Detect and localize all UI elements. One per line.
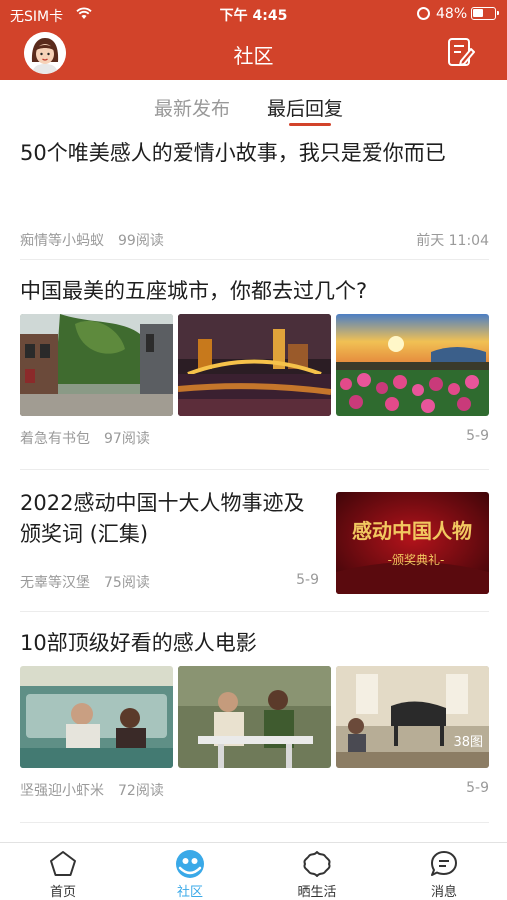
- thumbnail-headline: 感动中国人物: [352, 519, 472, 543]
- thumbnail-image[interactable]: 38图: [336, 666, 489, 768]
- article-author: 痴情等小蚂蚁: [20, 233, 104, 249]
- article-title[interactable]: 中国最美的五座城市，你都去过几个?: [20, 276, 489, 307]
- article-card[interactable]: 50个唯美感人的爱情小故事，我只是爱你而已 痴情等小蚂蚁 99阅读 前天 11:0…: [20, 138, 489, 256]
- bottom-tab-bar: 首页 社区 晒生活 消息: [0, 842, 507, 900]
- tab-messages[interactable]: 消息: [404, 843, 484, 900]
- article-read-count: 75阅读: [104, 575, 150, 591]
- article-card[interactable]: 10部顶级好看的感人电影 38图 坚强迎小虾米 72阅读 5-9: [20, 628, 489, 803]
- chat-bubble-icon: [431, 851, 457, 876]
- tab-label: 首页: [49, 885, 76, 900]
- article-date: 5-9: [466, 780, 489, 796]
- tab-latest-posts[interactable]: 最新发布: [154, 94, 230, 121]
- article-author: 坚强迎小虾米: [20, 783, 104, 799]
- feed-tabs: 最新发布 最后回复: [0, 92, 507, 128]
- community-icon: [176, 850, 204, 878]
- tab-latest-replies[interactable]: 最后回复: [267, 94, 343, 121]
- thumbnail-image[interactable]: [178, 314, 331, 416]
- thumbnail-image[interactable]: [178, 666, 331, 768]
- article-author: 无辜等汉堡: [20, 575, 90, 591]
- tab-home[interactable]: 首页: [23, 843, 103, 900]
- article-meta: 无辜等汉堡 75阅读: [20, 572, 150, 592]
- article-read-count: 97阅读: [104, 431, 150, 447]
- thumbnail-image[interactable]: [336, 314, 489, 416]
- tab-community[interactable]: 社区: [150, 843, 230, 900]
- divider: [20, 822, 489, 823]
- tab-share-life[interactable]: 晒生活: [277, 843, 357, 900]
- article-read-count: 99阅读: [118, 233, 164, 249]
- rotation-lock-icon: [417, 7, 430, 20]
- article-date: 5-9: [466, 428, 489, 444]
- article-date: 前天 11:04: [416, 233, 489, 249]
- battery-icon: [471, 7, 499, 20]
- page-title: 社区: [233, 44, 274, 68]
- article-meta: 着急有书包 97阅读: [20, 428, 150, 448]
- battery-percent: 48%: [436, 6, 468, 22]
- divider: [20, 469, 489, 470]
- flower-icon: [303, 851, 331, 877]
- compose-icon[interactable]: [447, 37, 475, 67]
- divider: [20, 611, 489, 612]
- active-tab-indicator: [289, 123, 331, 126]
- thumbnail-subheadline: -颁奖典礼-: [388, 552, 445, 567]
- thumbnail-image[interactable]: [20, 666, 173, 768]
- photo-count-badge: 38图: [453, 735, 483, 750]
- tab-label: 消息: [430, 885, 457, 900]
- article-card[interactable]: 中国最美的五座城市，你都去过几个? 着急有书包 97阅读 5-9: [20, 276, 489, 451]
- thumbnail-image[interactable]: 感动中国人物 -颁奖典礼-: [336, 492, 489, 594]
- article-meta: 痴情等小蚂蚁 99阅读: [20, 230, 164, 250]
- tab-label: 晒生活: [297, 885, 337, 900]
- article-title[interactable]: 50个唯美感人的爱情小故事，我只是爱你而已: [20, 138, 489, 169]
- image-row: [20, 314, 489, 416]
- status-bar: 无SIM卡 下午 4:45 48%: [0, 0, 507, 28]
- header-bar: 无SIM卡 下午 4:45 48% 社区: [0, 0, 507, 80]
- article-title[interactable]: 2022感动中国十大人物事迹及颁奖词 (汇集): [20, 488, 320, 550]
- article-date: 5-9: [296, 572, 319, 588]
- clock: 下午 4:45: [219, 8, 288, 24]
- divider: [20, 259, 489, 260]
- tab-label: 社区: [176, 885, 203, 900]
- article-card[interactable]: 2022感动中国十大人物事迹及颁奖词 (汇集) 无辜等汉堡 75阅读 5-9 感动…: [20, 488, 489, 608]
- article-title[interactable]: 10部顶级好看的感人电影: [20, 628, 489, 659]
- article-author: 着急有书包: [20, 431, 90, 447]
- pentagon-icon: [50, 851, 76, 876]
- thumbnail-image[interactable]: [20, 314, 173, 416]
- article-meta: 坚强迎小虾米 72阅读: [20, 780, 164, 800]
- article-read-count: 72阅读: [118, 783, 164, 799]
- image-row: 38图: [20, 666, 489, 768]
